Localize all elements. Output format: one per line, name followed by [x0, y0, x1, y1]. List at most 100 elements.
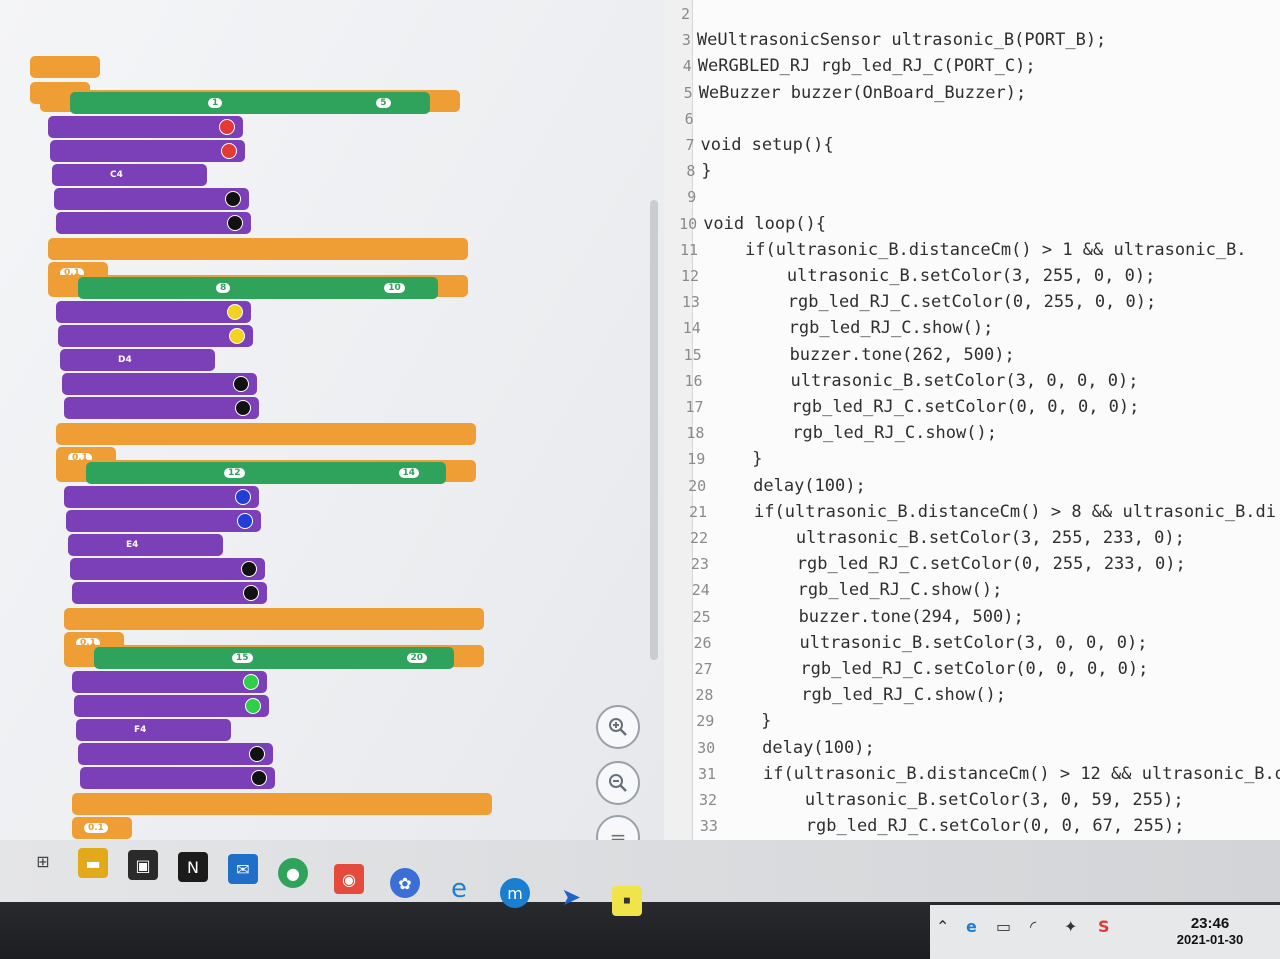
line-number: 20 — [688, 476, 707, 495]
color-swatch-off[interactable] — [227, 215, 243, 231]
code-line: 7 void setup(){ — [669, 135, 833, 161]
code-line: 6 — [668, 109, 700, 135]
condition-min-value[interactable]: 15 — [232, 653, 253, 663]
action-block[interactable] — [62, 373, 257, 395]
zoom-in-button[interactable] — [596, 705, 640, 749]
task-view-icon[interactable]: ⊞ — [28, 846, 58, 876]
action-block[interactable] — [72, 671, 267, 693]
code-text: rgb_led_RJ_C.show(); — [706, 318, 994, 339]
volume-icon[interactable]: ✦ — [1064, 917, 1077, 936]
edge-browser-icon[interactable]: e — [444, 874, 474, 904]
condition-block[interactable]: 15 — [70, 92, 430, 114]
app-icon-blue[interactable]: ✿ — [390, 868, 420, 898]
if-block-end[interactable] — [48, 238, 468, 260]
notes-app-icon[interactable]: N — [178, 852, 208, 882]
code-line: 12 ultrasonic_B.setColor(3, 255, 0, 0); — [673, 266, 1155, 292]
color-swatch[interactable] — [221, 143, 237, 159]
buzzer-note[interactable]: E4 — [126, 540, 138, 550]
wifi-icon[interactable]: ◜ — [1030, 917, 1036, 936]
condition-min-value[interactable]: 8 — [216, 283, 231, 293]
color-swatch-off[interactable] — [241, 561, 257, 577]
condition-min-value[interactable]: 1 — [208, 98, 223, 108]
action-block[interactable] — [56, 301, 251, 323]
action-block[interactable]: F4 — [76, 719, 231, 741]
buzzer-note[interactable]: F4 — [134, 725, 146, 735]
workspace-scrollbar[interactable] — [650, 200, 658, 660]
ime-icon[interactable]: S — [1098, 917, 1110, 936]
buzzer-note[interactable]: D4 — [118, 355, 132, 365]
action-block[interactable] — [80, 767, 275, 789]
action-block[interactable] — [74, 695, 269, 717]
code-text: ultrasonic_B.setColor(3, 255, 0, 0); — [705, 266, 1156, 286]
action-block[interactable] — [70, 558, 265, 580]
condition-block[interactable]: 15 20 — [94, 647, 454, 669]
if-block-end[interactable] — [64, 608, 484, 630]
color-swatch-off[interactable] — [251, 770, 267, 786]
chevron-up-icon[interactable]: ⌃ — [936, 917, 949, 936]
color-swatch-off[interactable] — [225, 191, 241, 207]
action-block[interactable] — [58, 325, 253, 347]
color-swatch-off[interactable] — [235, 400, 251, 416]
program-start-block[interactable] — [30, 56, 100, 78]
app-icon-m[interactable]: m — [500, 878, 530, 908]
condition-max-value[interactable]: 14 — [398, 468, 420, 478]
color-swatch[interactable] — [237, 513, 253, 529]
color-swatch-off[interactable] — [249, 746, 265, 762]
edge-tray-icon[interactable]: e — [966, 917, 977, 936]
code-line: 28 rgb_led_RJ_C.show(); — [687, 685, 1006, 711]
color-swatch[interactable] — [219, 119, 235, 135]
if-block-end[interactable] — [72, 793, 492, 815]
color-swatch[interactable] — [227, 304, 243, 320]
action-block[interactable] — [50, 140, 245, 162]
app-icon-yellow[interactable]: ◼ — [612, 886, 642, 916]
action-block[interactable] — [64, 397, 259, 419]
blocks-workspace[interactable]: 1 5 C4 0.1 8 10 D4 0.1 12 14 E4 0.1 15 20 F4 0.1 — [0, 0, 664, 840]
mail-icon[interactable]: ✉ — [228, 854, 258, 884]
condition-block[interactable]: 12 14 — [86, 462, 446, 484]
code-text: } — [701, 161, 712, 182]
action-block[interactable] — [72, 582, 267, 604]
condition-max-value[interactable]: 20 — [406, 653, 428, 663]
color-swatch-off[interactable] — [233, 376, 249, 392]
color-swatch[interactable] — [243, 674, 259, 690]
color-swatch-off[interactable] — [243, 585, 259, 601]
condition-max-value[interactable]: 10 — [384, 283, 405, 293]
action-block[interactable]: C4 — [52, 164, 207, 186]
color-swatch[interactable] — [229, 328, 245, 344]
action-block[interactable] — [56, 212, 251, 234]
action-block[interactable] — [66, 510, 261, 532]
store-icon[interactable]: ▣ — [128, 850, 158, 880]
action-block[interactable] — [54, 188, 249, 210]
code-text: WeRGBLED_RJ rgb_led_RJ_C(PORT_C); — [697, 56, 1036, 77]
if-block-end[interactable] — [56, 423, 476, 445]
app-icon-red[interactable]: ◉ — [334, 864, 364, 894]
app-icon-bird[interactable]: ➤ — [556, 882, 586, 912]
action-block[interactable]: E4 — [68, 534, 223, 556]
line-number: 16 — [684, 371, 703, 390]
action-block[interactable] — [78, 743, 273, 765]
zoom-out-button[interactable] — [596, 761, 640, 805]
code-line: 9 — [670, 187, 702, 213]
action-block[interactable] — [64, 486, 259, 508]
reset-zoom-button[interactable]: = — [596, 815, 640, 840]
code-editor[interactable]: 2 3 WeUltrasonicSensor ultrasonic_B(PORT_B… — [664, 0, 1280, 880]
code-line: 27 rgb_led_RJ_C.setColor(0, 0, 0, 0); — [687, 659, 1148, 685]
taskbar-clock[interactable]: 23:46 2021-01-30 — [1140, 915, 1280, 947]
line-number: 8 — [686, 162, 696, 181]
color-swatch[interactable] — [245, 698, 261, 714]
code-line: 14 rgb_led_RJ_C.show(); — [675, 318, 994, 344]
color-swatch[interactable] — [235, 489, 251, 505]
condition-min-value[interactable]: 12 — [224, 468, 245, 478]
buzzer-note[interactable]: C4 — [110, 170, 123, 180]
condition-max-value[interactable]: 5 — [376, 98, 391, 108]
wait-block[interactable]: 0.1 — [72, 817, 132, 839]
battery-icon[interactable]: ▭ — [996, 917, 1011, 936]
wait-seconds[interactable]: 0.1 — [84, 823, 108, 833]
condition-block[interactable]: 8 10 — [78, 277, 438, 299]
action-block[interactable]: D4 — [60, 349, 215, 371]
action-block[interactable] — [48, 116, 243, 138]
code-text: delay(100); — [712, 475, 866, 496]
code-text: rgb_led_RJ_C.setColor(0, 255, 0, 0); — [705, 292, 1157, 313]
file-explorer-icon[interactable]: ▬ — [78, 848, 108, 878]
app-icon[interactable]: ● — [278, 858, 308, 888]
